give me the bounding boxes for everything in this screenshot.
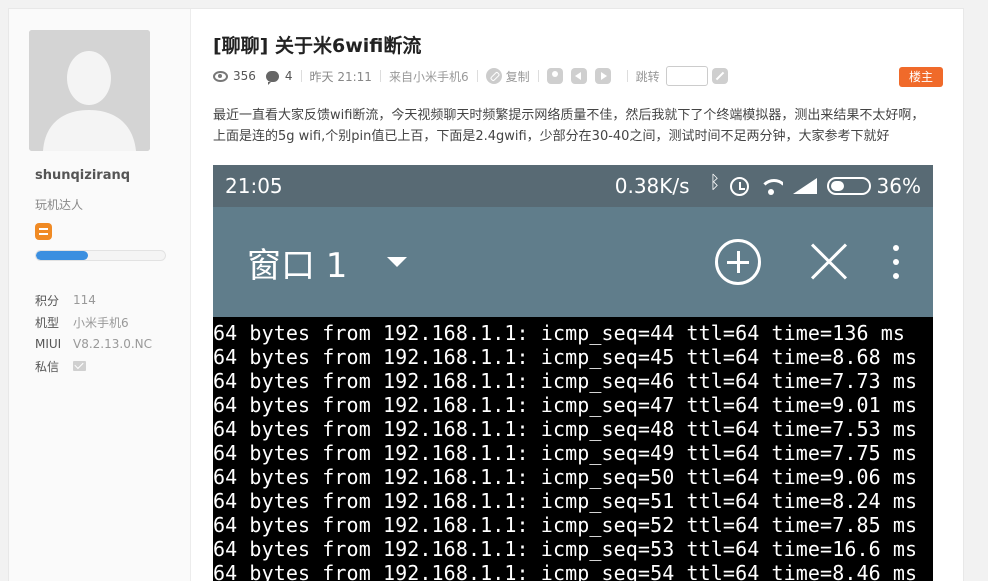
level-badge-icon <box>35 223 52 240</box>
stat-key: 机型 <box>35 315 60 330</box>
view-count: 356 <box>233 69 256 83</box>
terminal-line: 64 bytes from 192.168.1.1: icmp_seq=54 t… <box>213 561 918 581</box>
next-icon[interactable] <box>594 68 611 84</box>
post-screenshot-image[interactable]: 21:05 0.38K/s 36% 窗口 1 64 bytes from <box>213 165 933 581</box>
eye-icon <box>213 70 228 82</box>
post-meta: 356 4 昨天 21:11 来自小米手机6 复制 跳转 <box>213 66 728 86</box>
battery-percent: 36% <box>876 174 921 198</box>
avatar-silhouette-icon <box>29 30 150 151</box>
network-speed: 0.38K/s <box>614 174 690 198</box>
battery-icon <box>826 177 871 195</box>
stat-key: MIUI <box>35 337 62 351</box>
stat-row-miui: MIUI V8.2.13.0.NC <box>35 333 152 355</box>
stat-value: V8.2.13.0.NC <box>73 337 152 351</box>
prev-icon[interactable] <box>570 68 587 84</box>
phone-status-bar: 21:05 0.38K/s 36% <box>213 165 933 207</box>
author-sidebar: shunqiziranq 玩机达人 积分 114 机型 小米手机6 MIUI V… <box>9 9 191 581</box>
post-source: 来自小米手机6 <box>388 69 469 84</box>
signal-icon <box>792 178 817 194</box>
stat-key: 私信 <box>35 359 60 374</box>
only-author-icon[interactable] <box>546 68 563 84</box>
terminal-line: 64 bytes from 192.168.1.1: icmp_seq=46 t… <box>213 369 918 393</box>
stat-row-message: 私信 <box>35 355 152 377</box>
level-progress-bar <box>35 250 166 261</box>
copy-link[interactable]: 复制 <box>506 68 530 85</box>
post-body: 最近一直看大家反馈wifi断流，今天视频聊天时频繁提示网络质量不佳，然后我就下了… <box>213 108 925 144</box>
wrench-icon[interactable] <box>711 68 728 84</box>
level-progress-fill <box>36 251 88 260</box>
divider <box>379 70 381 82</box>
dropdown-icon <box>387 257 408 267</box>
terminal-line: 64 bytes from 192.168.1.1: icmp_seq=48 t… <box>213 417 918 441</box>
terminal-line: 64 bytes from 192.168.1.1: icmp_seq=49 t… <box>213 441 918 465</box>
terminal-line: 64 bytes from 192.168.1.1: icmp_seq=52 t… <box>213 513 918 537</box>
phone-clock: 21:05 <box>225 174 283 198</box>
stat-row-points: 积分 114 <box>35 289 152 311</box>
reply-icon <box>265 70 279 85</box>
terminal-line: 64 bytes from 192.168.1.1: icmp_seq=47 t… <box>213 393 918 417</box>
terminal-toolbar: 窗口 1 <box>213 207 933 317</box>
add-circle-icon <box>715 239 761 285</box>
divider <box>626 70 628 82</box>
bluetooth-icon <box>710 172 721 196</box>
author-group: 玩机达人 <box>35 198 84 212</box>
reply-count: 4 <box>284 69 293 83</box>
stat-value: 114 <box>73 293 96 307</box>
stat-value: 小米手机6 <box>73 315 129 330</box>
terminal-line: 64 bytes from 192.168.1.1: icmp_seq=44 t… <box>213 321 906 345</box>
window-title-text: 窗口 1 <box>247 245 348 286</box>
avatar[interactable] <box>29 30 150 151</box>
window-title: 窗口 1 <box>247 238 715 287</box>
terminal-line: 64 bytes from 192.168.1.1: icmp_seq=53 t… <box>213 537 918 561</box>
jump-label: 跳转 <box>635 69 660 84</box>
stat-key: 积分 <box>35 293 60 308</box>
divider <box>537 70 539 82</box>
terminal-line: 64 bytes from 192.168.1.1: icmp_seq=45 t… <box>213 345 918 369</box>
more-vert-icon <box>893 245 899 279</box>
terminal-line: 64 bytes from 192.168.1.1: icmp_seq=51 t… <box>213 489 918 513</box>
post-card: shunqiziranq 玩机达人 积分 114 机型 小米手机6 MIUI V… <box>8 8 964 581</box>
author-stats: 积分 114 机型 小米手机6 MIUI V8.2.13.0.NC 私信 <box>35 289 152 377</box>
wifi-icon <box>758 177 783 195</box>
terminal-line: 64 bytes from 192.168.1.1: icmp_seq=50 t… <box>213 465 918 489</box>
post-time: 昨天 21:11 <box>309 69 372 84</box>
divider <box>300 70 302 82</box>
divider <box>476 70 478 82</box>
alarm-icon <box>729 176 749 196</box>
mail-icon[interactable] <box>73 361 86 371</box>
terminal-output: 64 bytes from 192.168.1.1: icmp_seq=44 t… <box>213 317 933 581</box>
author-username[interactable]: shunqiziranq <box>35 168 130 183</box>
op-badge: 楼主 <box>899 67 943 87</box>
stat-row-model: 机型 小米手机6 <box>35 311 152 333</box>
link-icon[interactable] <box>485 68 502 84</box>
jump-floor-input[interactable] <box>665 66 708 86</box>
post-title: [聊聊] 关于米6wifi断流 <box>213 35 422 57</box>
close-icon <box>809 242 849 282</box>
